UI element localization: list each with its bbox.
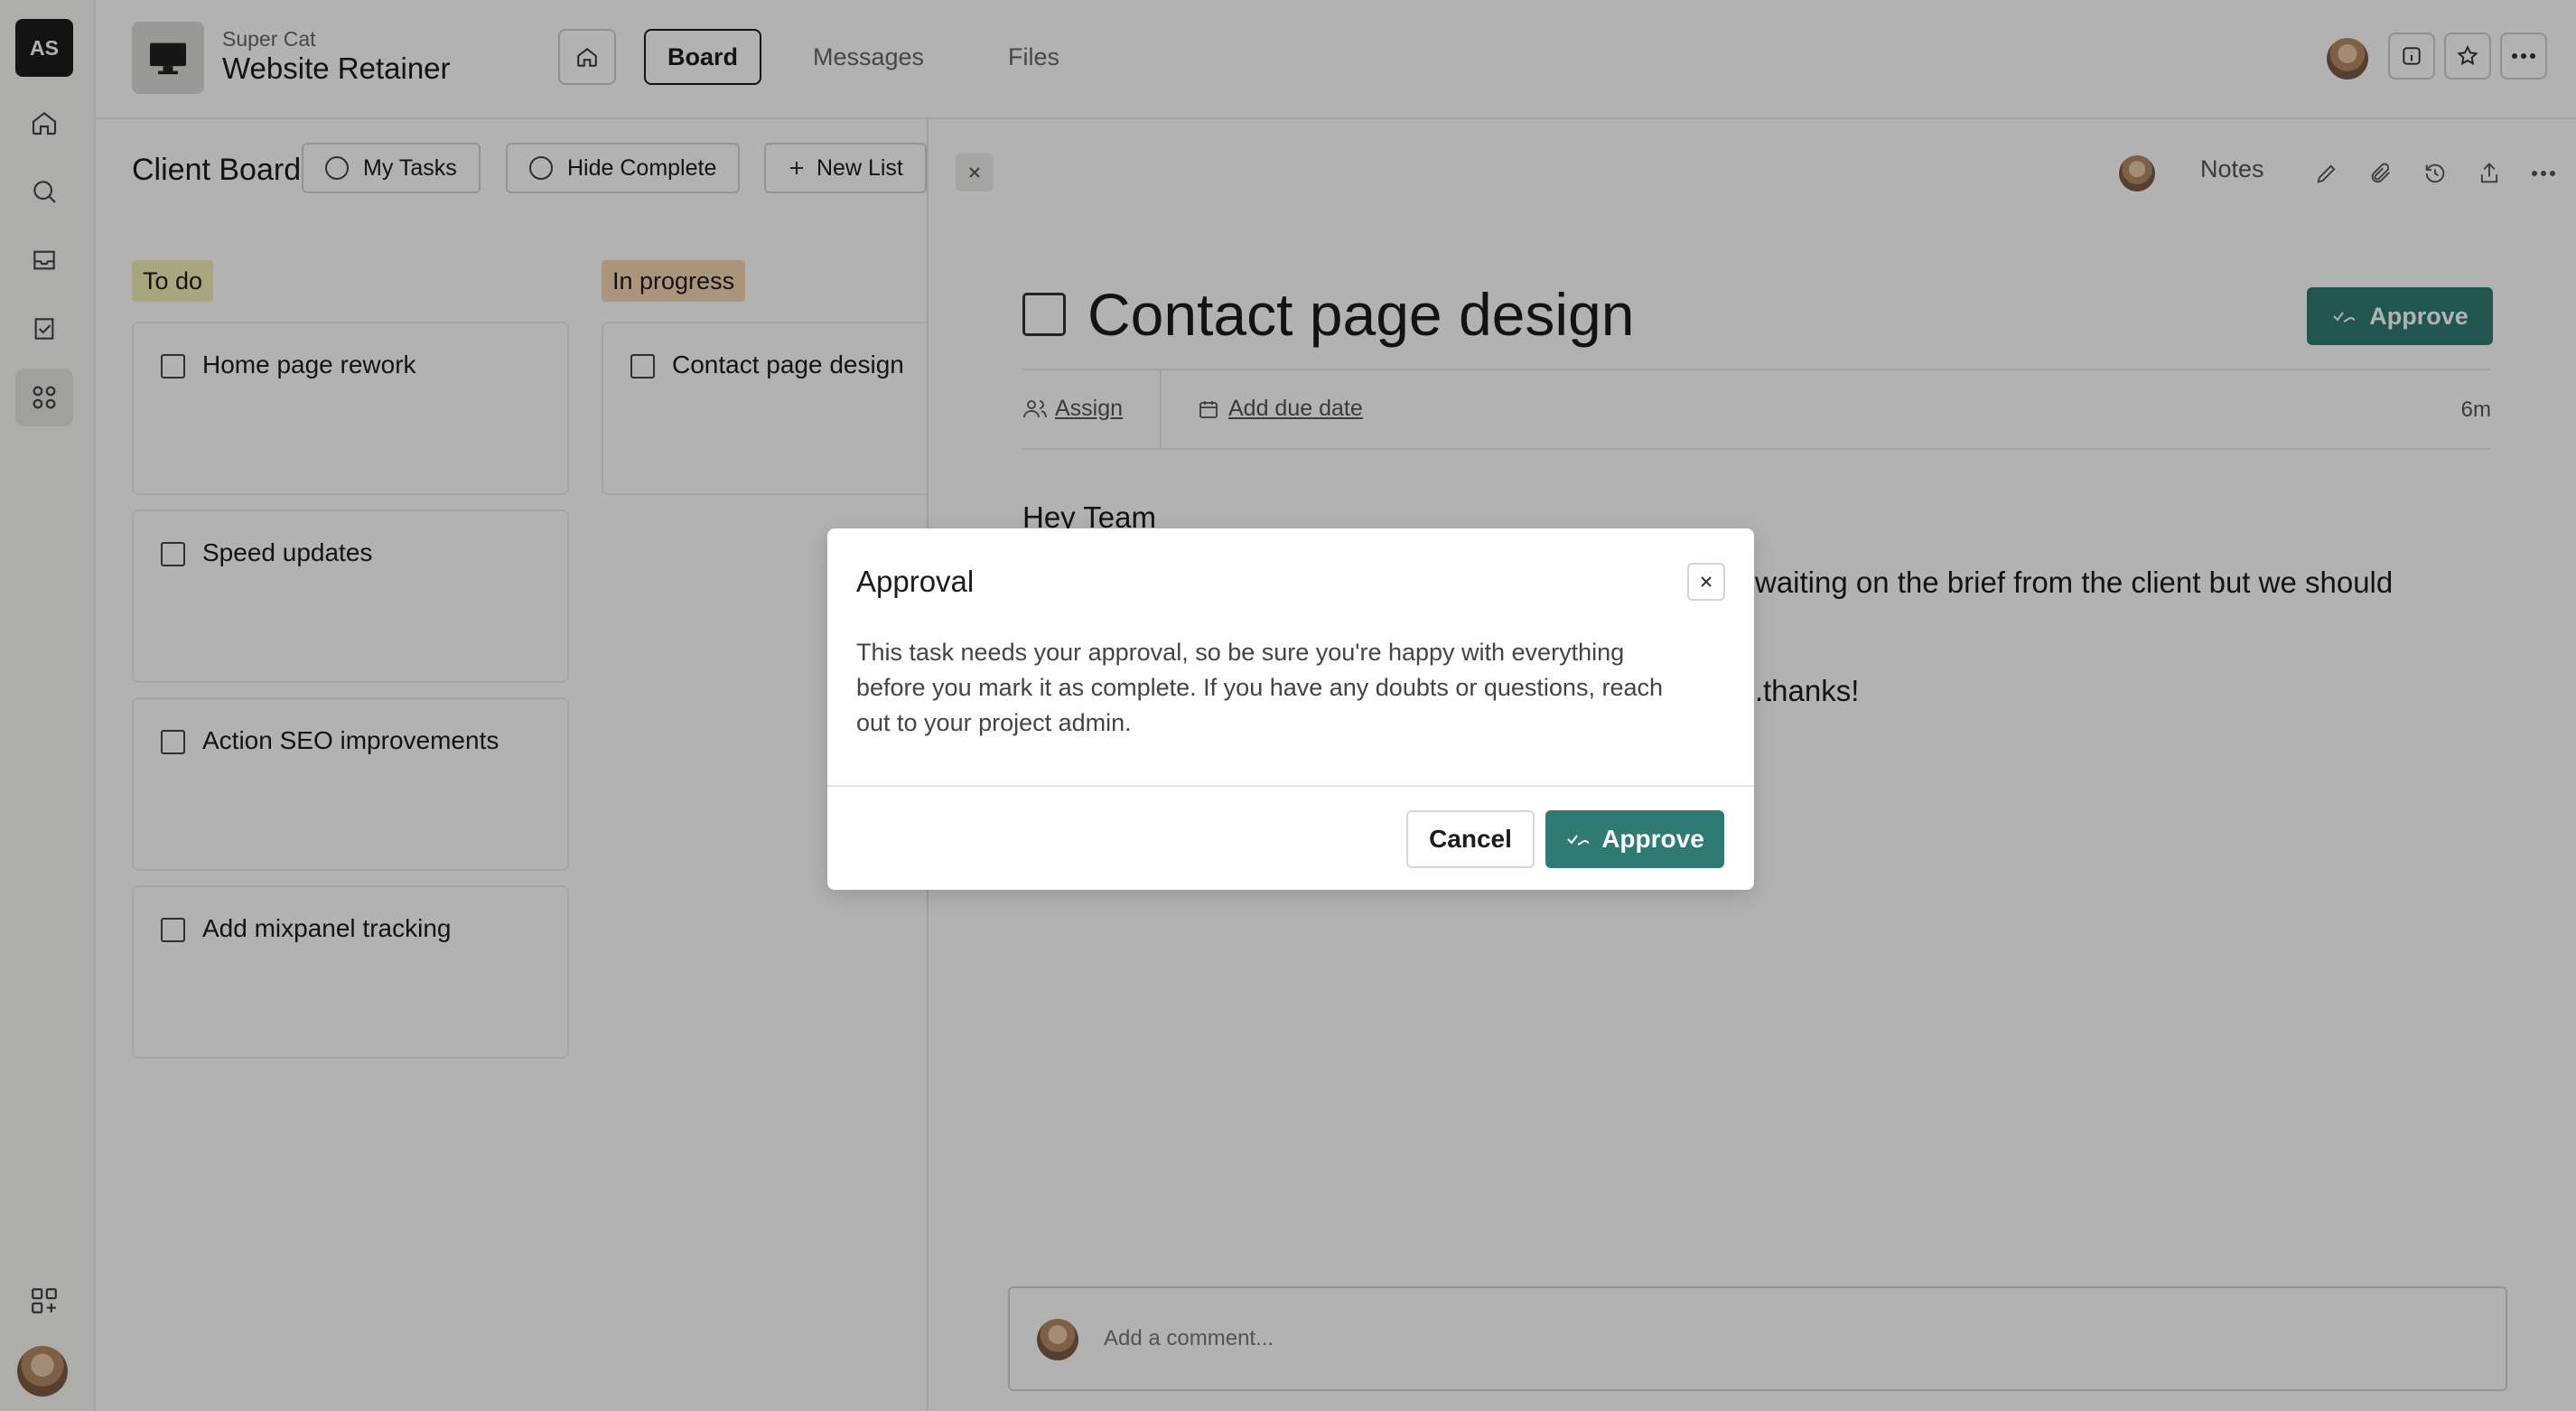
dialog-approve-label: Approve — [1601, 825, 1704, 853]
close-icon — [1699, 575, 1713, 589]
dialog-approve-button[interactable]: Approve — [1545, 810, 1724, 868]
dialog-message: This task needs your approval, so be sur… — [856, 639, 1663, 736]
dialog-title: Approval — [856, 565, 975, 598]
cancel-button[interactable]: Cancel — [1406, 810, 1535, 868]
approval-dialog: Approval This task needs your approval, … — [827, 528, 1754, 890]
approve-signature-icon — [1565, 828, 1591, 850]
dialog-divider — [827, 785, 1754, 787]
dialog-close-button[interactable] — [1687, 563, 1725, 601]
